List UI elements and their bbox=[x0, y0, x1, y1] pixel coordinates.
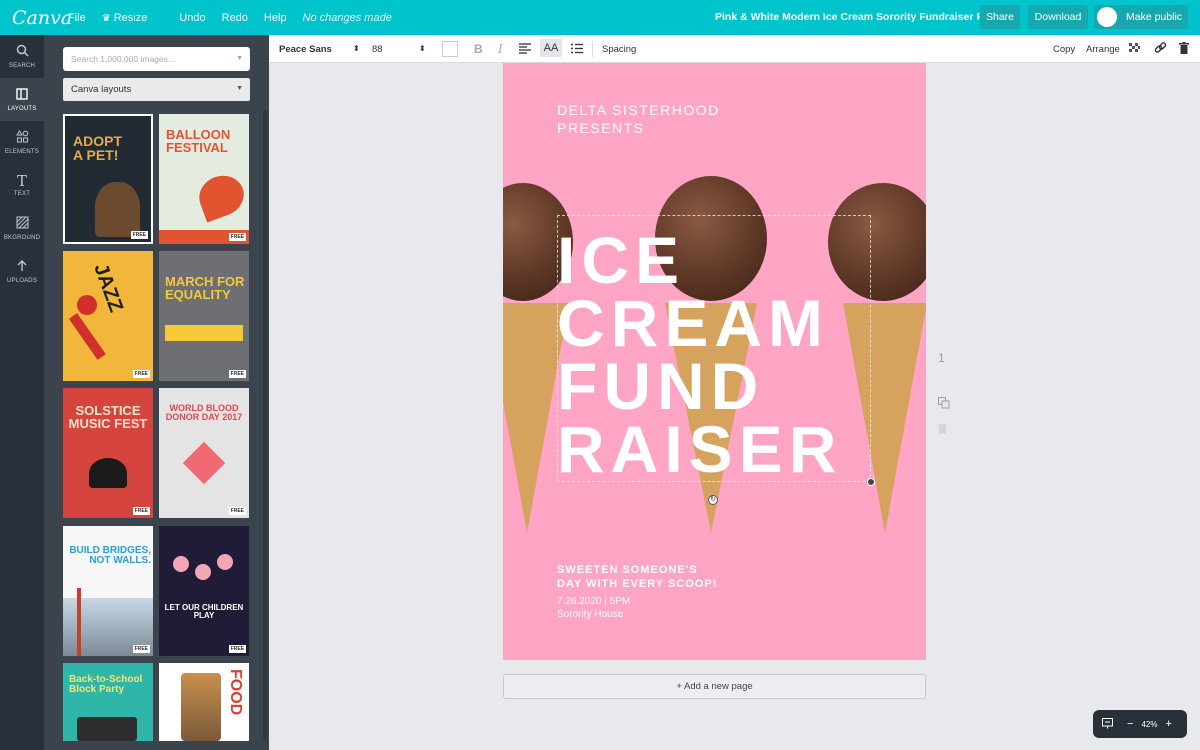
template-card[interactable]: Back-to-School Block Party bbox=[63, 663, 153, 741]
rail-item-search[interactable]: SEARCH bbox=[0, 35, 44, 78]
page-number: 1 bbox=[938, 351, 945, 365]
toggle-knob bbox=[1097, 7, 1117, 27]
zoom-out-button[interactable]: − bbox=[1127, 718, 1133, 730]
font-family-select[interactable]: Peace Sans bbox=[279, 44, 332, 55]
download-button[interactable]: Download bbox=[1028, 5, 1088, 29]
handprints-image bbox=[173, 552, 233, 582]
template-card[interactable]: FOOD bbox=[159, 663, 249, 741]
text-color-swatch[interactable] bbox=[442, 41, 458, 57]
template-card[interactable]: JAZZ FREE bbox=[63, 251, 153, 381]
chevron-down-icon: ▼ bbox=[236, 85, 243, 92]
background-icon bbox=[16, 216, 29, 232]
image-search-input[interactable]: Search 1,000,000 images... ▼ bbox=[63, 47, 250, 71]
dog-image bbox=[95, 182, 140, 237]
uppercase-icon[interactable]: AA bbox=[540, 39, 562, 57]
share-button[interactable]: Share bbox=[980, 5, 1020, 29]
free-badge: FREE bbox=[132, 370, 150, 378]
chevron-down-icon: ▼ bbox=[236, 55, 243, 62]
left-rail: SEARCH LAYOUTS ELEMENTS T TEXT BKGROUND … bbox=[0, 35, 44, 750]
file-menu[interactable]: File bbox=[68, 12, 86, 24]
rail-item-text[interactable]: T TEXT bbox=[0, 164, 44, 207]
template-card[interactable]: LET OUR CHILDREN PLAY FREE bbox=[159, 526, 249, 656]
delete-page-icon[interactable] bbox=[938, 423, 947, 437]
rail-item-elements[interactable]: ELEMENTS bbox=[0, 121, 44, 164]
crown-icon: ♛ bbox=[101, 12, 111, 24]
poster-subtitle[interactable]: SWEETEN SOMEONE'S DAY WITH EVERY SCOOP! bbox=[557, 563, 717, 591]
undo-button[interactable]: Undo bbox=[179, 12, 205, 24]
spacing-button[interactable]: Spacing bbox=[602, 44, 636, 55]
redo-button[interactable]: Redo bbox=[222, 12, 248, 24]
template-card[interactable]: WORLD BLOOD DONOR DAY 2017 FREE bbox=[159, 388, 249, 518]
zoom-level: 42% bbox=[1141, 719, 1158, 729]
top-bar: Canva File ♛ Resize Undo Redo Help No cha… bbox=[0, 0, 1200, 35]
butterfly-image bbox=[89, 458, 127, 488]
template-card[interactable]: ADOPT A PET! FREE bbox=[63, 114, 153, 244]
layouts-panel: Search 1,000,000 images... ▼ Canva layou… bbox=[44, 35, 269, 750]
rail-item-background[interactable]: BKGROUND bbox=[0, 207, 44, 250]
rotate-icon[interactable]: ↻ bbox=[708, 495, 718, 505]
font-size-input[interactable]: 88 bbox=[372, 44, 383, 55]
save-status: No changes made bbox=[302, 11, 392, 24]
free-badge: FREE bbox=[228, 507, 246, 515]
free-badge: FREE bbox=[228, 370, 246, 378]
resize-button[interactable]: ♛ Resize bbox=[102, 12, 164, 24]
panel-scrollbar[interactable] bbox=[263, 110, 267, 740]
document-title[interactable]: Pink & White Modern Ice Cream Sorority F… bbox=[715, 11, 1009, 23]
align-left-icon[interactable] bbox=[519, 43, 531, 57]
layout-select[interactable]: Canva layouts ▼ bbox=[63, 78, 250, 101]
main-menu: File ♛ Resize Undo Redo Help No changes m… bbox=[68, 12, 408, 24]
selection-box bbox=[557, 215, 871, 482]
free-badge: FREE bbox=[228, 233, 246, 241]
arrange-button[interactable]: Arrange bbox=[1086, 44, 1120, 55]
bold-icon[interactable]: B bbox=[474, 42, 483, 56]
event-details[interactable]: 7.26.2020 | 5PM Sorority House bbox=[557, 595, 630, 621]
help-menu[interactable]: Help bbox=[264, 12, 287, 24]
free-badge: FREE bbox=[228, 645, 246, 653]
trumpet-image bbox=[77, 295, 97, 315]
heart-image bbox=[182, 441, 226, 485]
transparency-icon[interactable] bbox=[1129, 43, 1140, 57]
canva-logo[interactable]: Canva bbox=[12, 7, 72, 29]
text-toolbar: Peace Sans ⬍ 88 ⬍ B I AA Spacing Copy Ar… bbox=[269, 35, 1200, 63]
resize-handle[interactable] bbox=[867, 478, 875, 486]
text-icon: T bbox=[16, 172, 28, 190]
rail-item-layouts[interactable]: LAYOUTS bbox=[0, 78, 44, 121]
zoom-in-button[interactable]: + bbox=[1165, 718, 1171, 730]
heart-balloon bbox=[193, 169, 249, 223]
make-public-toggle[interactable]: Make public bbox=[1094, 5, 1188, 29]
free-badge: FREE bbox=[132, 507, 150, 515]
rail-item-uploads[interactable]: UPLOADS bbox=[0, 250, 44, 293]
template-card[interactable]: MARCH FOR EQUALITY FREE bbox=[159, 251, 249, 381]
template-card[interactable]: BALLOON FESTIVAL FREE bbox=[159, 114, 249, 244]
template-card[interactable]: BUILD BRIDGES, NOT WALLS. FREE bbox=[63, 526, 153, 656]
chevron-updown-icon: ⬍ bbox=[419, 44, 426, 53]
divider bbox=[592, 41, 593, 57]
elements-icon bbox=[15, 130, 29, 146]
duplicate-page-icon[interactable] bbox=[938, 397, 950, 412]
chevron-updown-icon: ⬍ bbox=[353, 44, 360, 53]
search-icon bbox=[16, 44, 29, 60]
zoom-control: − 42% + bbox=[1093, 710, 1187, 738]
presenter-text[interactable]: DELTA SISTERHOOD PRESENTS bbox=[557, 101, 720, 137]
copy-button[interactable]: Copy bbox=[1053, 44, 1075, 55]
template-card[interactable]: SOLSTICE MUSIC FEST FREE bbox=[63, 388, 153, 518]
layouts-icon bbox=[16, 87, 28, 103]
trash-icon[interactable] bbox=[1179, 42, 1189, 57]
poster-canvas[interactable]: DELTA SISTERHOOD PRESENTS ICE CREAM FUND… bbox=[503, 63, 926, 660]
link-icon[interactable] bbox=[1154, 42, 1167, 58]
add-page-button[interactable]: + Add a new page bbox=[503, 674, 926, 699]
free-badge: FREE bbox=[130, 231, 148, 239]
free-badge: FREE bbox=[132, 645, 150, 653]
present-icon[interactable] bbox=[1102, 717, 1113, 731]
upload-icon bbox=[16, 259, 28, 275]
cassette-image bbox=[77, 717, 137, 741]
list-icon[interactable] bbox=[571, 43, 583, 57]
italic-icon[interactable]: I bbox=[498, 42, 503, 56]
food-image bbox=[181, 673, 221, 741]
